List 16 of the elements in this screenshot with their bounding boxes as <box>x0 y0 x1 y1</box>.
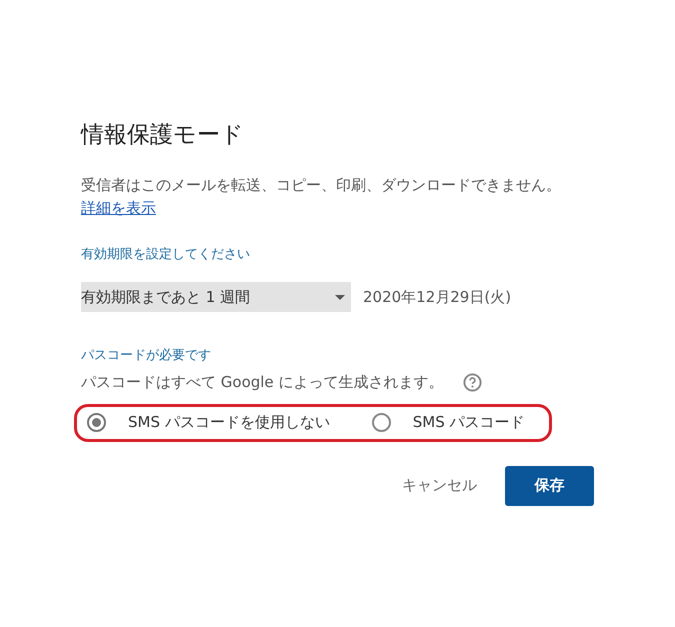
passcode-label: パスコードが必要です <box>81 347 212 365</box>
description-text: 受信者はこのメールを転送、コピー、印刷、ダウンロードできません。 <box>81 175 562 196</box>
dialog-title: 情報保護モード <box>81 121 245 150</box>
details-link[interactable]: 詳細を表示 <box>81 199 156 217</box>
expiry-label: 有効期限を設定してください <box>81 246 251 264</box>
radio-icon <box>372 413 391 432</box>
radio-icon <box>87 413 106 432</box>
dropdown-caret-icon <box>335 294 345 300</box>
cancel-button[interactable]: キャンセル <box>390 466 489 506</box>
expiry-date: 2020年12月29日(火) <box>363 286 512 308</box>
radio-option[interactable]: SMS パスコードを使用しない <box>87 411 330 434</box>
expiry-select[interactable]: 有効期限まであと 1 週間 <box>81 282 351 312</box>
passcode-description: パスコードはすべて Google によって生成されます。 <box>81 372 444 393</box>
save-button[interactable]: 保存 <box>505 466 594 506</box>
help-icon[interactable] <box>463 372 482 392</box>
radio-option[interactable]: SMS パスコード <box>372 411 525 434</box>
